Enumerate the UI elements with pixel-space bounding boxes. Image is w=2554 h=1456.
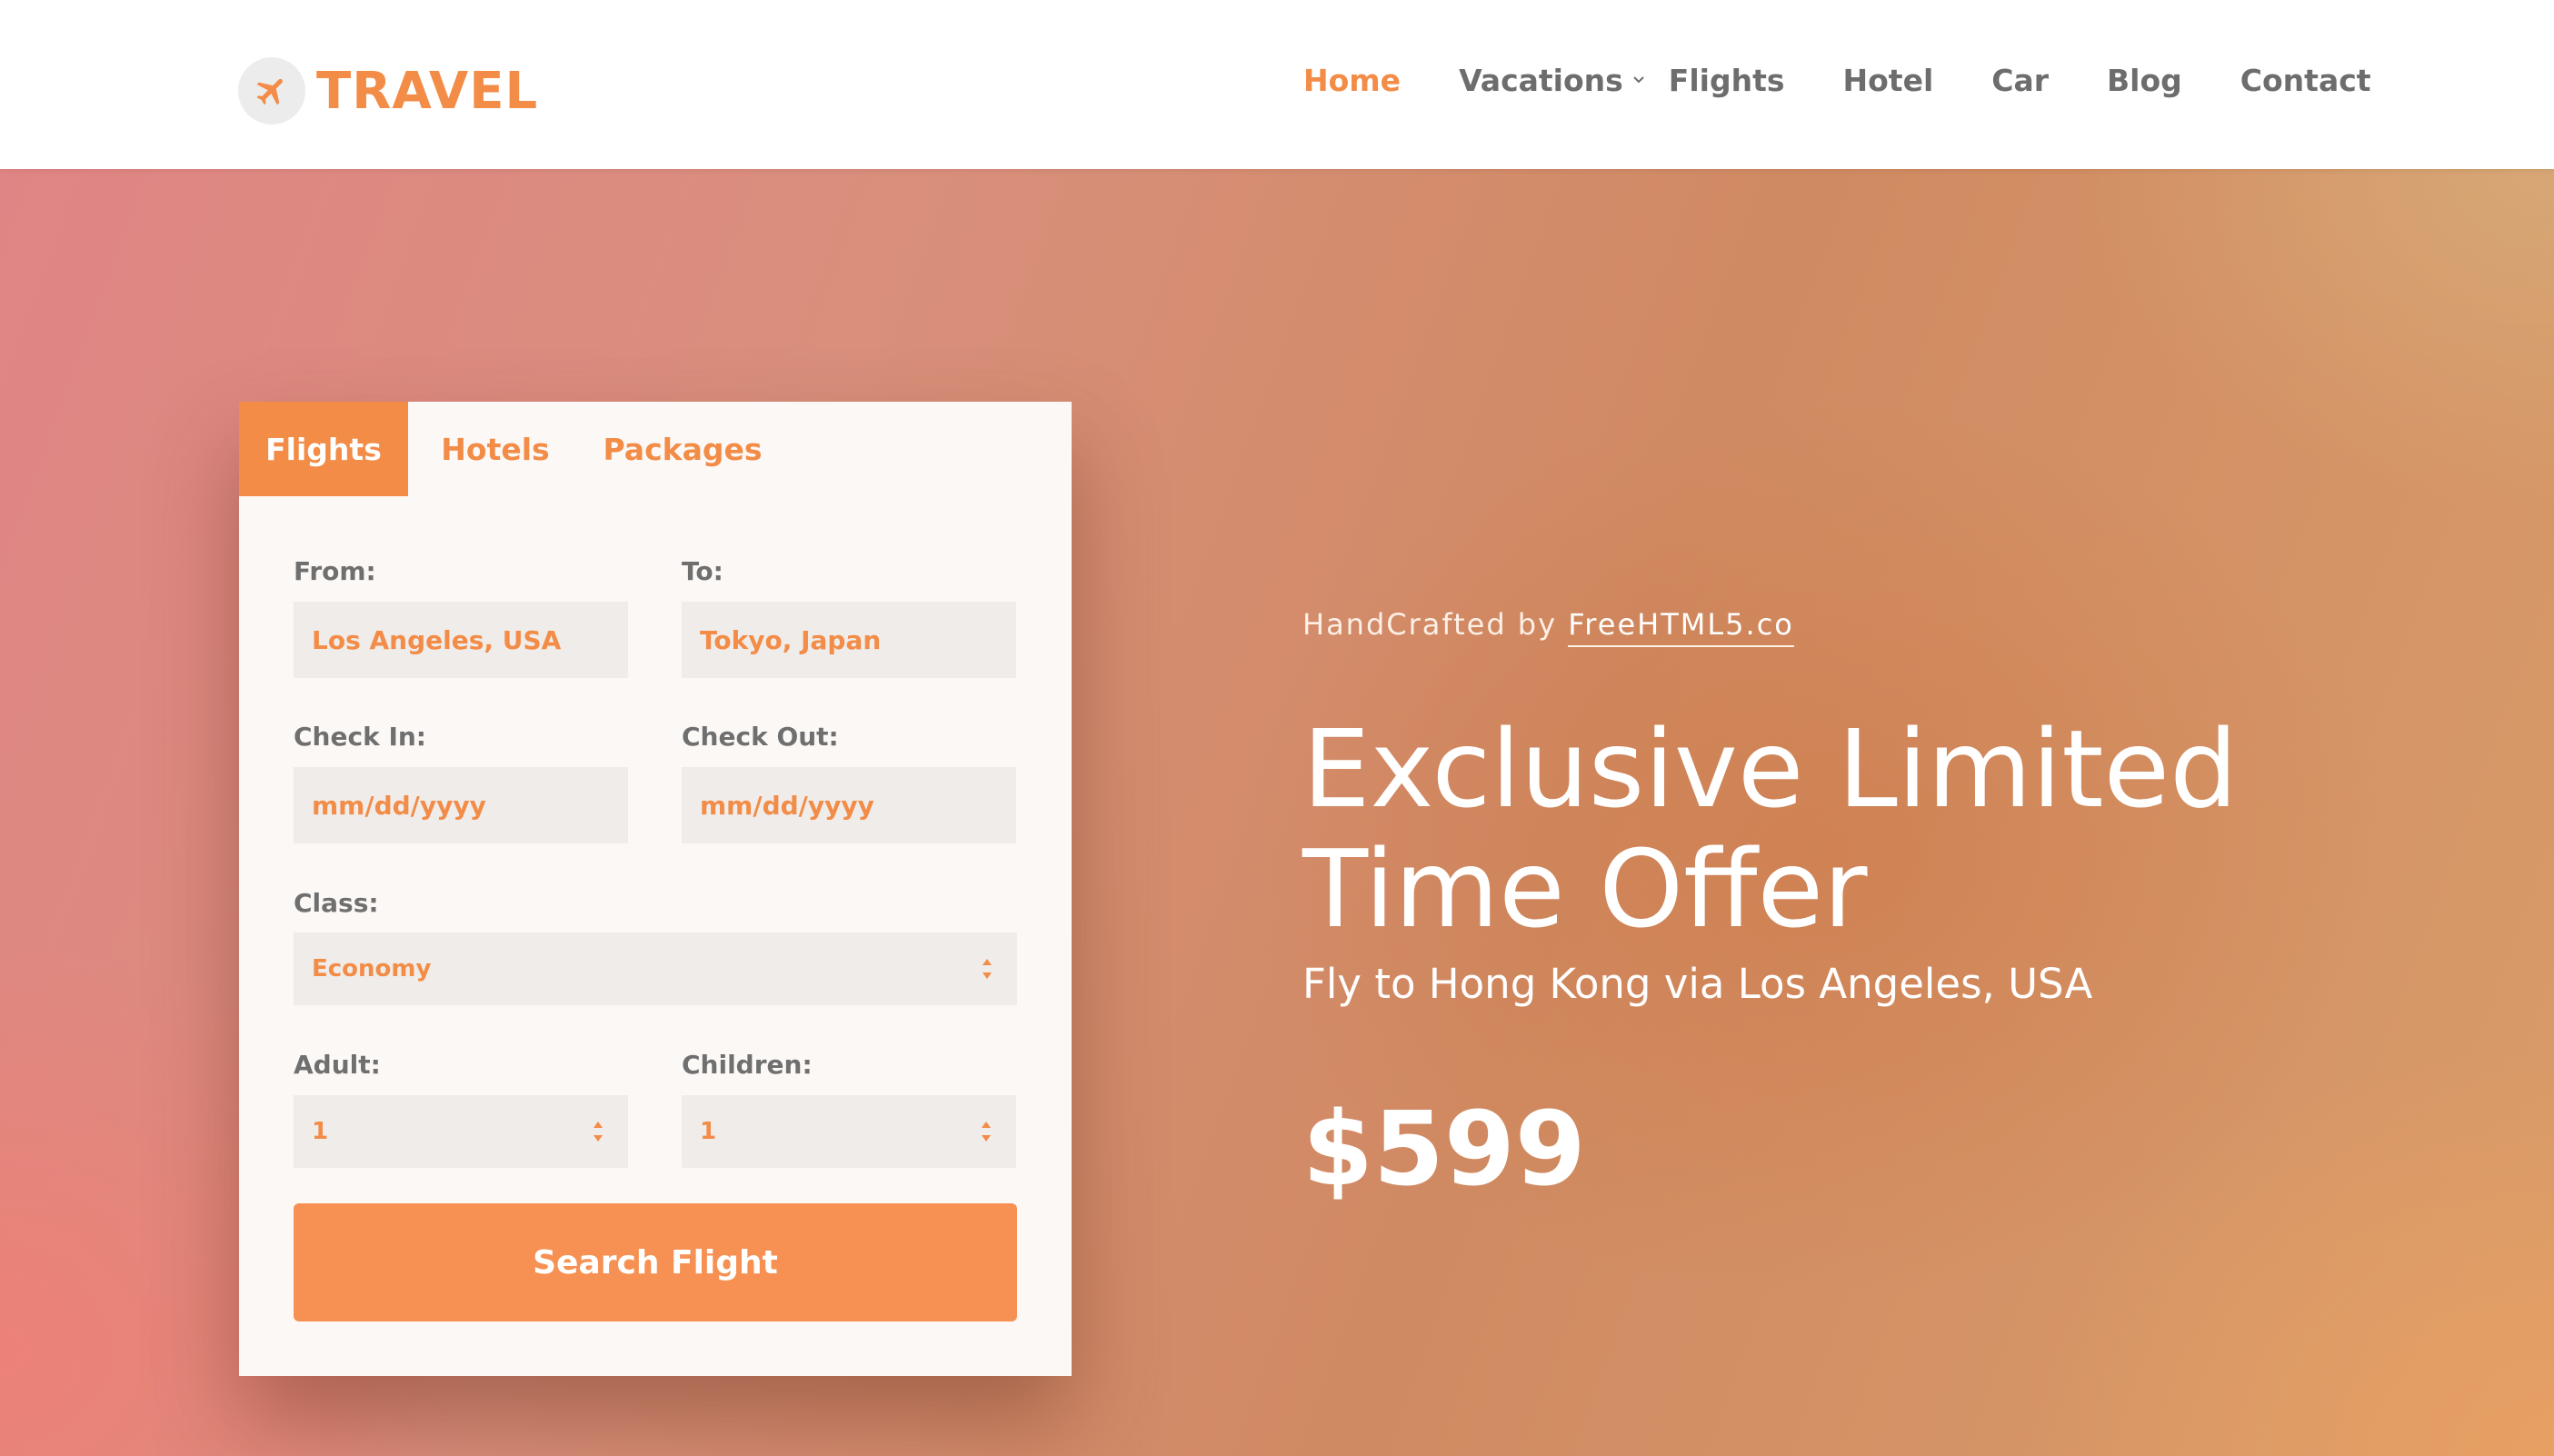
brand-name: TRAVEL [316, 61, 539, 121]
class-select-value: Economy [312, 955, 432, 982]
nav-item-car[interactable]: Car [1991, 63, 2049, 98]
from-input[interactable]: Los Angeles, USA [294, 602, 628, 678]
adult-select-value: 1 [312, 1118, 329, 1145]
airplane-icon [238, 57, 305, 125]
credit-link[interactable]: FreeHTML5.co [1568, 607, 1794, 647]
class-select[interactable]: Economy [294, 932, 1017, 1005]
nav-item-home[interactable]: Home [1303, 63, 1401, 98]
class-label: Class: [294, 888, 379, 918]
children-label: Children: [682, 1050, 813, 1080]
nav-item-flights[interactable]: Flights [1669, 63, 1785, 98]
to-label: To: [682, 556, 723, 586]
adult-select[interactable]: 1 [294, 1095, 628, 1168]
search-flight-button[interactable]: Search Flight [294, 1203, 1017, 1321]
check-in-input[interactable]: mm/dd/yyyy [294, 767, 628, 843]
select-arrows-icon [981, 957, 993, 981]
site-header: TRAVEL Home Vacations Flights Hotel Car … [0, 0, 2554, 169]
nav-item-hotel[interactable]: Hotel [1843, 63, 1934, 98]
nav-item-contact[interactable]: Contact [2240, 63, 2371, 98]
nav-item-vacations[interactable]: Vacations [1459, 63, 1645, 98]
credit-prefix: HandCrafted by [1302, 607, 1558, 642]
children-select[interactable]: 1 [682, 1095, 1016, 1168]
nav-item-vacations-label: Vacations [1459, 62, 1623, 98]
select-arrows-icon [980, 1120, 993, 1143]
offer-subtitle: Fly to Hong Kong via Los Angeles, USA [1302, 960, 2093, 1008]
check-out-input[interactable]: mm/dd/yyyy [682, 767, 1016, 843]
credit-line: HandCrafted by FreeHTML5.co [1302, 607, 1794, 647]
check-in-label: Check In: [294, 722, 426, 752]
tab-packages[interactable]: Packages [583, 402, 783, 496]
booking-card: Flights Hotels Packages From: Los Angele… [239, 402, 1072, 1376]
from-label: From: [294, 556, 376, 586]
check-out-label: Check Out: [682, 722, 839, 752]
offer-title: Exclusive Limited Time Offer [1302, 706, 2238, 952]
brand-logo[interactable]: TRAVEL [238, 56, 538, 125]
nav-item-blog[interactable]: Blog [2107, 63, 2182, 98]
tab-hotels[interactable]: Hotels [408, 402, 583, 496]
children-select-value: 1 [700, 1118, 717, 1145]
to-input[interactable]: Tokyo, Japan [682, 602, 1016, 678]
offer-price: $599 [1302, 1091, 1586, 1209]
tab-flights[interactable]: Flights [239, 402, 408, 496]
chevron-down-icon [1632, 75, 1645, 85]
adult-label: Adult: [294, 1050, 381, 1080]
select-arrows-icon [592, 1120, 604, 1143]
main-nav: Home Vacations Flights Hotel Car Blog Co… [1303, 53, 2371, 107]
booking-tabs: Flights Hotels Packages [239, 402, 783, 496]
